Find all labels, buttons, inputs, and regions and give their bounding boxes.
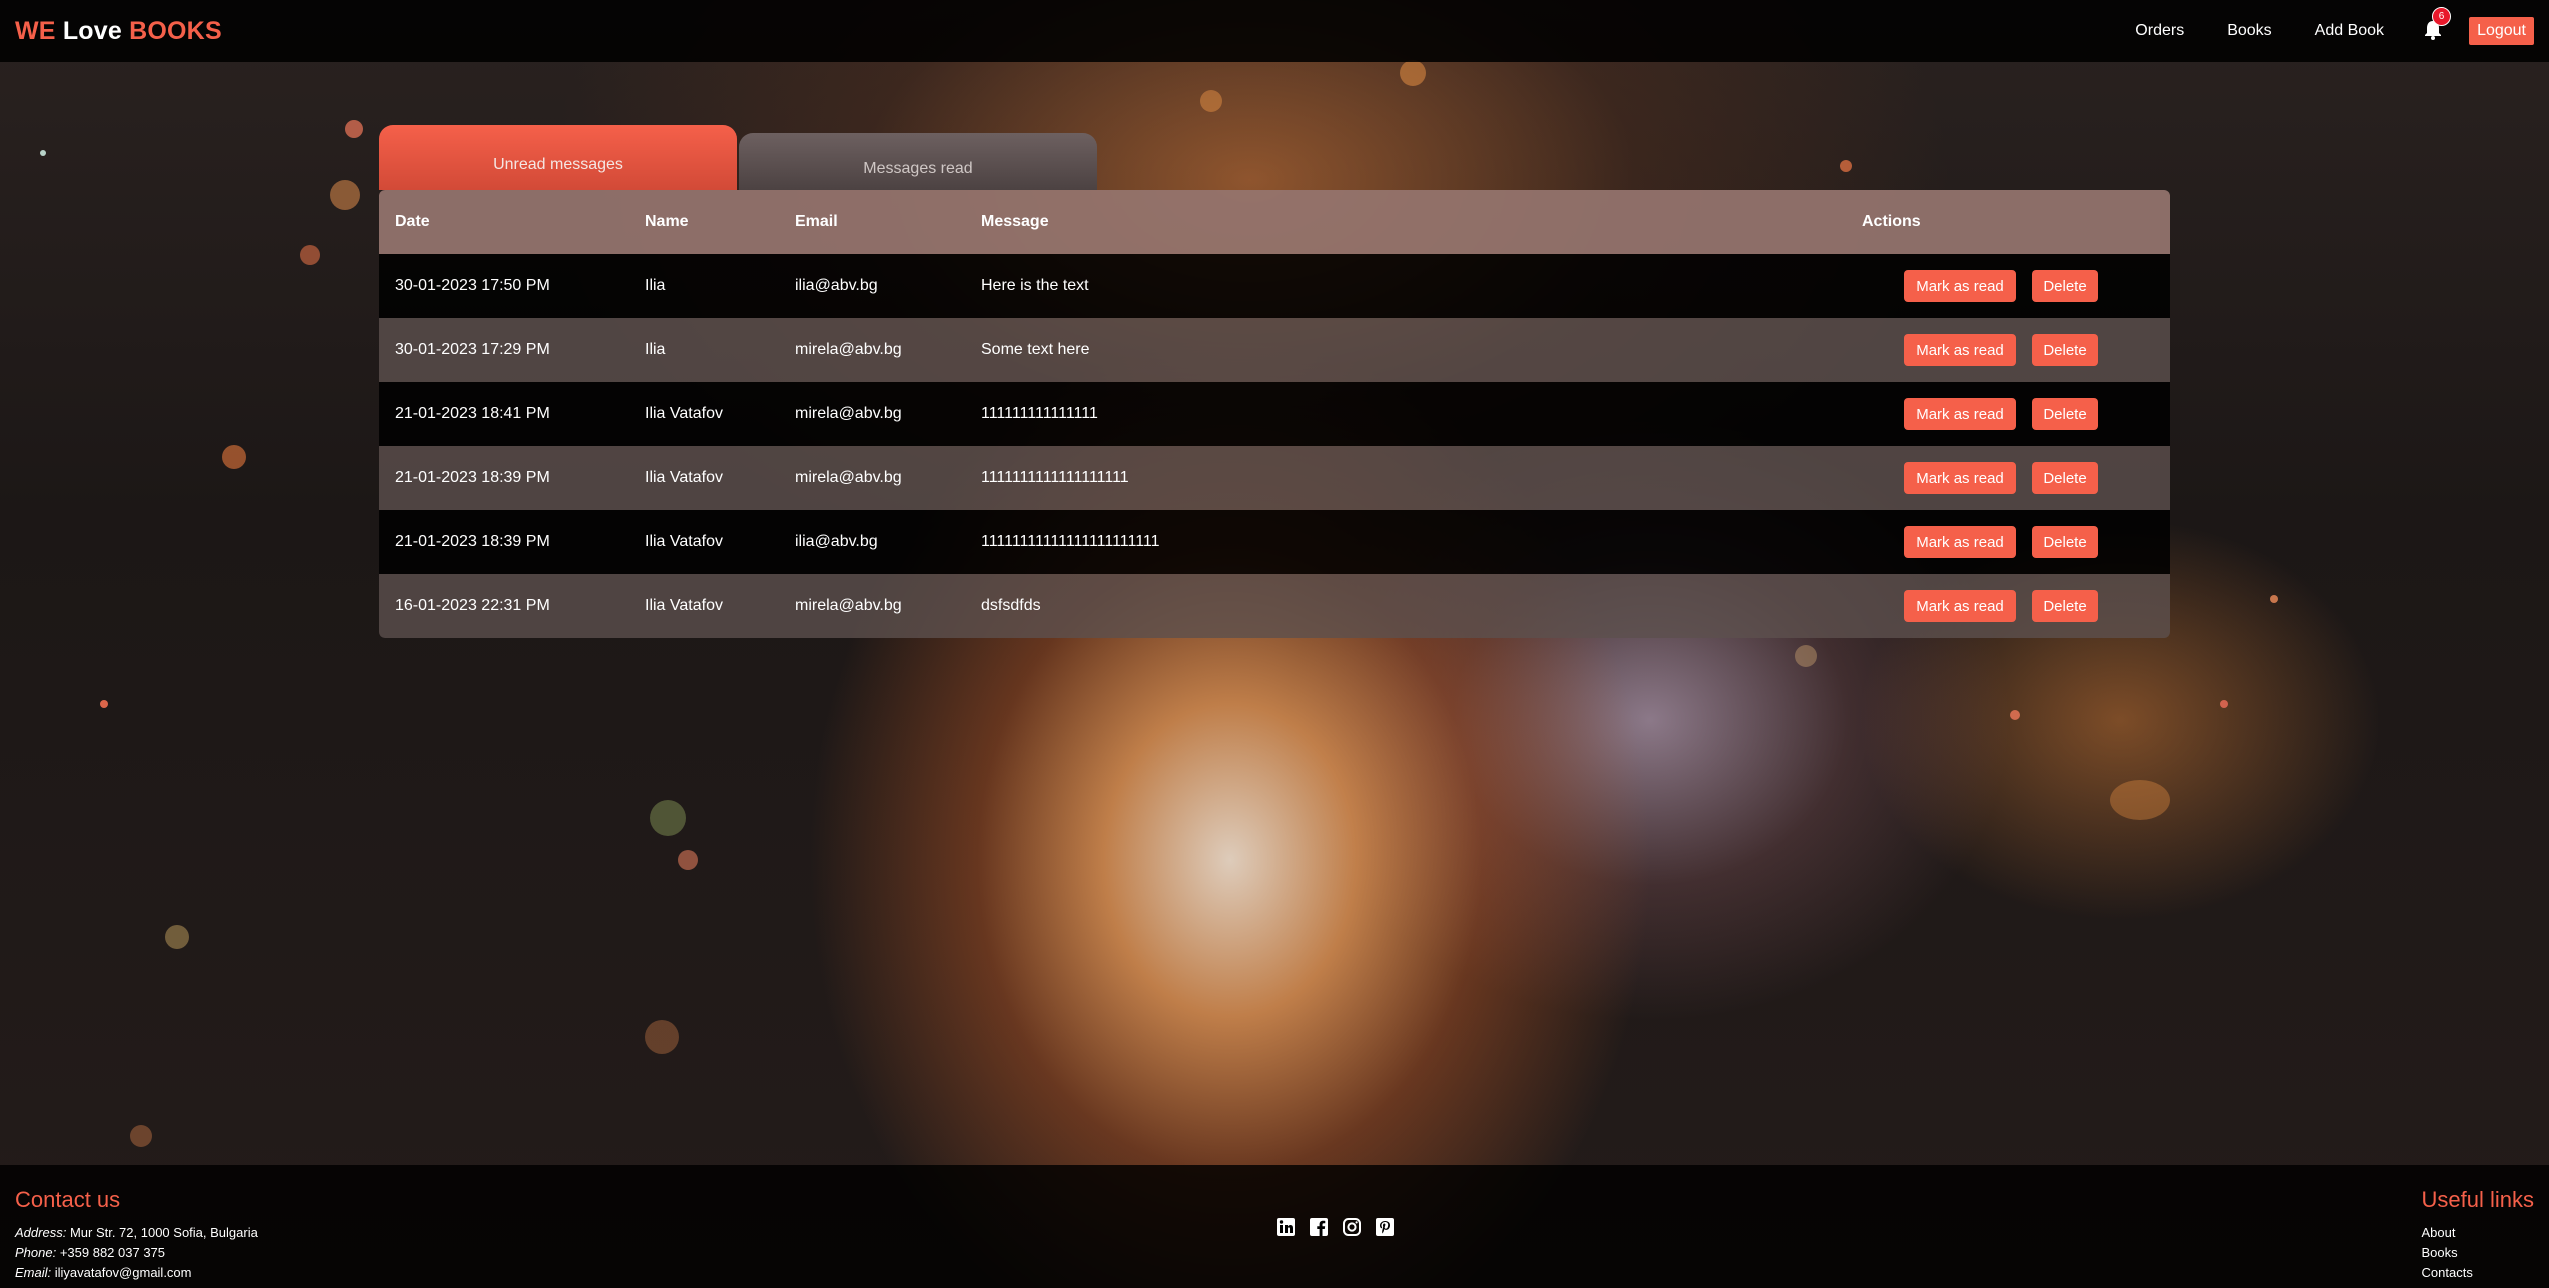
cell-date: 21-01-2023 18:41 PM	[395, 405, 550, 422]
delete-button[interactable]: Delete	[2032, 526, 2098, 558]
cell-date: 16-01-2023 22:31 PM	[395, 597, 550, 614]
cell-name: Ilia	[645, 341, 666, 358]
mark-as-read-button[interactable]: Mark as read	[1904, 590, 2016, 622]
top-navbar: WE Love BOOKS Orders Books Add Book 6 Lo…	[0, 0, 2549, 62]
address-label: Address:	[15, 1225, 67, 1240]
delete-button[interactable]: Delete	[2032, 398, 2098, 430]
nav-link-orders[interactable]: Orders	[2135, 22, 2184, 40]
cell-date: 21-01-2023 18:39 PM	[395, 469, 550, 486]
footer-link-contacts[interactable]: Contacts	[2422, 1263, 2534, 1283]
delete-button[interactable]: Delete	[2032, 334, 2098, 366]
social-links	[1276, 1217, 1408, 1237]
email-value: iliyavatafov@gmail.com	[54, 1265, 192, 1280]
page-footer: Contact us Address: Mur Str. 72, 1000 So…	[0, 1165, 2549, 1288]
messages-table: Date Name Email Message Actions 30-01-20…	[379, 190, 2170, 638]
useful-links-section: Useful links About Books Contacts	[2422, 1187, 2534, 1283]
phone-value: +359 882 037 375	[59, 1245, 166, 1260]
linkedin-icon[interactable]	[1276, 1217, 1296, 1237]
cell-actions: Mark as read Delete	[1862, 270, 2170, 302]
pinterest-icon[interactable]	[1375, 1217, 1395, 1237]
cell-message: 11111111111111111111111	[981, 533, 1160, 550]
header-date: Date	[395, 213, 430, 230]
table-row: 30-01-2023 17:50 PM Ilia ilia@abv.bg Her…	[379, 254, 2170, 318]
delete-button[interactable]: Delete	[2032, 462, 2098, 494]
nav-link-add-book[interactable]: Add Book	[2315, 22, 2384, 40]
cell-actions: Mark as read Delete	[1862, 526, 2170, 558]
cell-email: ilia@abv.bg	[795, 533, 878, 550]
cell-actions: Mark as read Delete	[1862, 590, 2170, 622]
cell-date: 21-01-2023 18:39 PM	[395, 533, 550, 550]
instagram-icon[interactable]	[1342, 1217, 1362, 1237]
cell-name: Ilia Vatafov	[645, 597, 723, 614]
cell-actions: Mark as read Delete	[1862, 462, 2170, 494]
table-row: 16-01-2023 22:31 PM Ilia Vatafov mirela@…	[379, 574, 2170, 638]
cell-email: mirela@abv.bg	[795, 597, 902, 614]
cell-date: 30-01-2023 17:50 PM	[395, 277, 550, 294]
contact-heading: Contact us	[15, 1187, 121, 1212]
cell-email: mirela@abv.bg	[795, 469, 902, 486]
table-row: 21-01-2023 18:39 PM Ilia Vatafov mirela@…	[379, 446, 2170, 510]
table-header-row: Date Name Email Message Actions	[379, 190, 2170, 254]
brand-books: BOOKS	[129, 16, 222, 45]
cell-message: 1111111111111111111	[981, 469, 1129, 486]
delete-button[interactable]: Delete	[2032, 590, 2098, 622]
brand-we: WE	[15, 16, 56, 45]
cell-message: dsfsdfds	[981, 597, 1041, 614]
cell-email: ilia@abv.bg	[795, 277, 878, 294]
cell-name: Ilia Vatafov	[645, 533, 723, 550]
tab-unread-messages[interactable]: Unread messages	[379, 125, 737, 190]
footer-link-about[interactable]: About	[2422, 1223, 2534, 1243]
footer-link-books[interactable]: Books	[2422, 1243, 2534, 1263]
header-email: Email	[795, 213, 838, 230]
contact-address: Address: Mur Str. 72, 1000 Sofia, Bulgar…	[15, 1223, 258, 1243]
useful-links-heading: Useful links	[2421, 1187, 2534, 1212]
cell-date: 30-01-2023 17:29 PM	[395, 341, 550, 358]
mark-as-read-button[interactable]: Mark as read	[1904, 462, 2016, 494]
facebook-icon[interactable]	[1309, 1217, 1329, 1237]
brand-love: Love	[62, 16, 122, 45]
cell-email: mirela@abv.bg	[795, 405, 902, 422]
message-tabs: Unread messages Messages read	[379, 125, 1179, 190]
cell-message: 111111111111111	[981, 405, 1098, 422]
table-row: 21-01-2023 18:41 PM Ilia Vatafov mirela@…	[379, 382, 2170, 446]
contact-phone: Phone: +359 882 037 375	[15, 1243, 258, 1263]
mark-as-read-button[interactable]: Mark as read	[1904, 334, 2016, 366]
contact-email: Email: iliyavatafov@gmail.com	[15, 1263, 258, 1283]
contact-section: Contact us Address: Mur Str. 72, 1000 So…	[15, 1187, 258, 1283]
cell-actions: Mark as read Delete	[1862, 334, 2170, 366]
notification-count-badge: 6	[2432, 7, 2452, 26]
cell-name: Ilia Vatafov	[645, 405, 723, 422]
logout-button[interactable]: Logout	[2469, 17, 2534, 45]
cell-message: Some text here	[981, 341, 1090, 358]
phone-label: Phone:	[15, 1245, 57, 1260]
cell-email: mirela@abv.bg	[795, 341, 902, 358]
email-label: Email:	[15, 1265, 52, 1280]
tab-messages-read[interactable]: Messages read	[739, 133, 1097, 190]
header-name: Name	[645, 213, 689, 230]
table-row: 30-01-2023 17:29 PM Ilia mirela@abv.bg S…	[379, 318, 2170, 382]
nav-menu: Orders Books Add Book 6 Logout	[2092, 7, 2534, 45]
cell-message: Here is the text	[981, 277, 1089, 294]
cell-name: Ilia	[645, 277, 666, 294]
address-value: Mur Str. 72, 1000 Sofia, Bulgaria	[69, 1225, 258, 1240]
cell-actions: Mark as read Delete	[1862, 398, 2170, 430]
delete-button[interactable]: Delete	[2032, 270, 2098, 302]
cell-name: Ilia Vatafov	[645, 469, 723, 486]
notifications-button[interactable]: 6	[2424, 7, 2452, 42]
table-row: 21-01-2023 18:39 PM Ilia Vatafov ilia@ab…	[379, 510, 2170, 574]
header-actions: Actions	[1862, 213, 1921, 230]
mark-as-read-button[interactable]: Mark as read	[1904, 526, 2016, 558]
nav-link-books[interactable]: Books	[2227, 22, 2271, 40]
mark-as-read-button[interactable]: Mark as read	[1904, 270, 2016, 302]
brand-logo[interactable]: WE Love BOOKS	[15, 17, 222, 46]
mark-as-read-button[interactable]: Mark as read	[1904, 398, 2016, 430]
header-message: Message	[981, 213, 1049, 230]
